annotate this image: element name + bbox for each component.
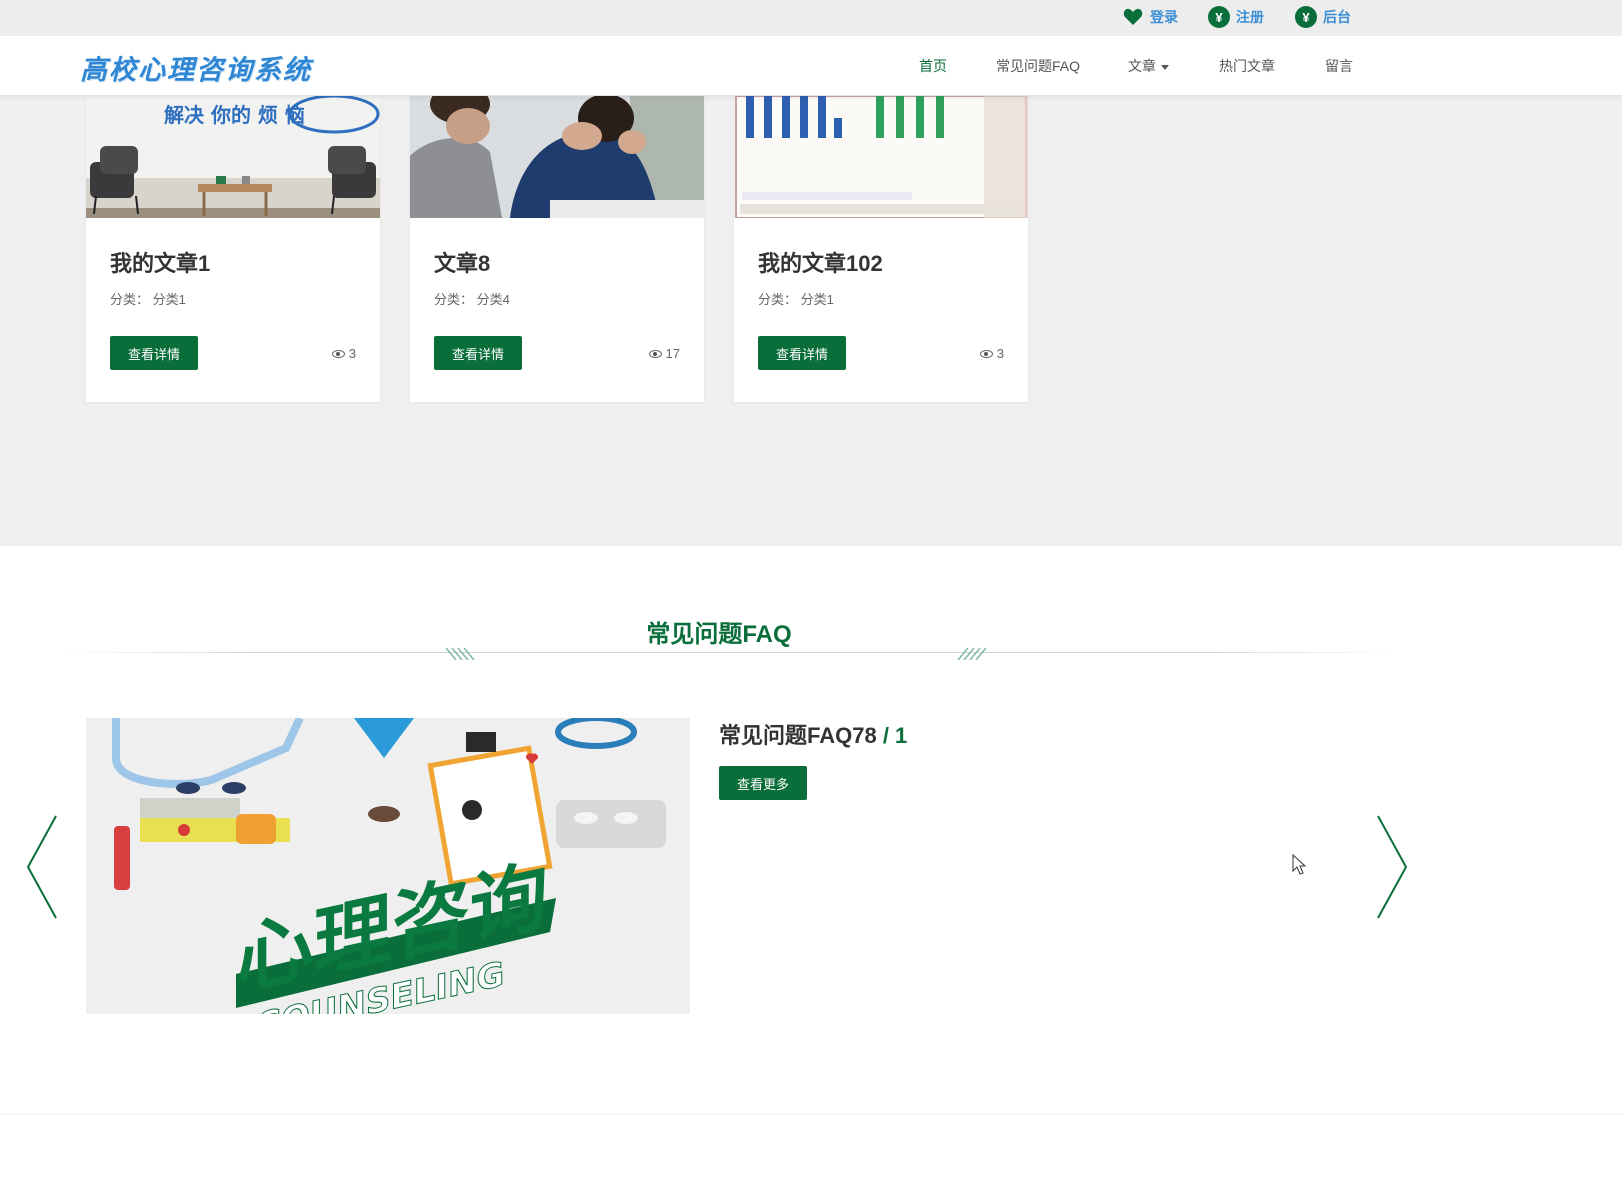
view-count-value: 3 (996, 346, 1004, 361)
caret-down-icon (1161, 64, 1169, 70)
login-link[interactable]: 登录 (1122, 4, 1178, 30)
view-count-value: 17 (665, 346, 680, 361)
view-count-value: 3 (348, 346, 356, 361)
article-title[interactable]: 我的文章102 (758, 246, 883, 278)
article-card: 解决 你的 烦 恼 我的文章1 分类： 分类1 查看详情 3 (86, 96, 380, 402)
article-image[interactable] (734, 96, 1028, 218)
nav-item-articles[interactable]: 文章 (1128, 56, 1169, 76)
eye-icon (648, 349, 662, 358)
article-category: 分类： 分类1 (110, 292, 186, 307)
view-details-button[interactable]: 查看详情 (110, 336, 198, 370)
site-logo[interactable]: 高校心理咨询系统 (80, 48, 312, 87)
view-count: 3 (331, 346, 356, 361)
view-count: 3 (979, 346, 1004, 361)
admin-label: 后台 (1323, 9, 1351, 25)
yen-icon: ¥ (1295, 6, 1317, 28)
articles-section: 解决 你的 烦 恼 我的文章1 分类： 分类1 查看详情 3 文章8 分类： 分… (0, 96, 1622, 546)
faq-item-name: 常见问题FAQ78 (719, 723, 877, 748)
faq-item-title[interactable]: 常见问题FAQ78 / 1 (719, 718, 907, 750)
main-navbar: 高校心理咨询系统 首页 常见问题FAQ 文章 热门文章 留言 (0, 36, 1622, 96)
article-category: 分类： 分类1 (758, 292, 834, 307)
nav-item-messages[interactable]: 留言 (1325, 56, 1353, 76)
article-category: 分类： 分类4 (434, 292, 510, 307)
divider-ornament-left (445, 648, 475, 660)
view-details-button[interactable]: 查看详情 (434, 336, 522, 370)
register-label: 注册 (1236, 9, 1264, 25)
nav-item-home[interactable]: 首页 (919, 56, 947, 76)
article-title[interactable]: 文章8 (434, 246, 490, 278)
view-count: 17 (648, 346, 680, 361)
carousel-next-arrow-icon[interactable] (1370, 814, 1410, 920)
article-title[interactable]: 我的文章1 (110, 246, 210, 278)
login-label: 登录 (1150, 9, 1178, 25)
register-link[interactable]: ¥ 注册 (1208, 4, 1264, 30)
article-image[interactable] (410, 96, 704, 218)
view-more-button[interactable]: 查看更多 (719, 766, 807, 800)
nav-item-faq[interactable]: 常见问题FAQ (996, 56, 1080, 76)
eye-icon (979, 349, 993, 358)
footer-divider (0, 1114, 1622, 1115)
top-utility-bar: 登录 ¥ 注册 ¥ 后台 (0, 0, 1622, 36)
faq-item-index: / 1 (876, 723, 908, 748)
banner-text: 解决 你的 烦 恼 (164, 103, 305, 127)
yen-icon: ¥ (1208, 6, 1230, 28)
article-image[interactable]: 解决 你的 烦 恼 (86, 96, 380, 218)
section-divider (60, 652, 1400, 653)
heart-icon (1122, 6, 1144, 28)
faq-section-title: 常见问题FAQ (646, 621, 792, 648)
view-details-button[interactable]: 查看详情 (758, 336, 846, 370)
article-card: 文章8 分类： 分类4 查看详情 17 (410, 96, 704, 402)
mouse-cursor-icon (1292, 854, 1307, 875)
nav-item-hot-articles[interactable]: 热门文章 (1219, 56, 1275, 76)
article-card: 我的文章102 分类： 分类1 查看详情 3 (734, 96, 1028, 402)
eye-icon (331, 349, 345, 358)
nav-item-articles-label: 文章 (1128, 58, 1156, 74)
carousel-prev-arrow-icon[interactable] (24, 814, 64, 920)
admin-link[interactable]: ¥ 后台 (1295, 4, 1351, 30)
divider-ornament-right (957, 648, 987, 660)
faq-image[interactable]: 心理咨询 COUNSELING (86, 718, 690, 1014)
